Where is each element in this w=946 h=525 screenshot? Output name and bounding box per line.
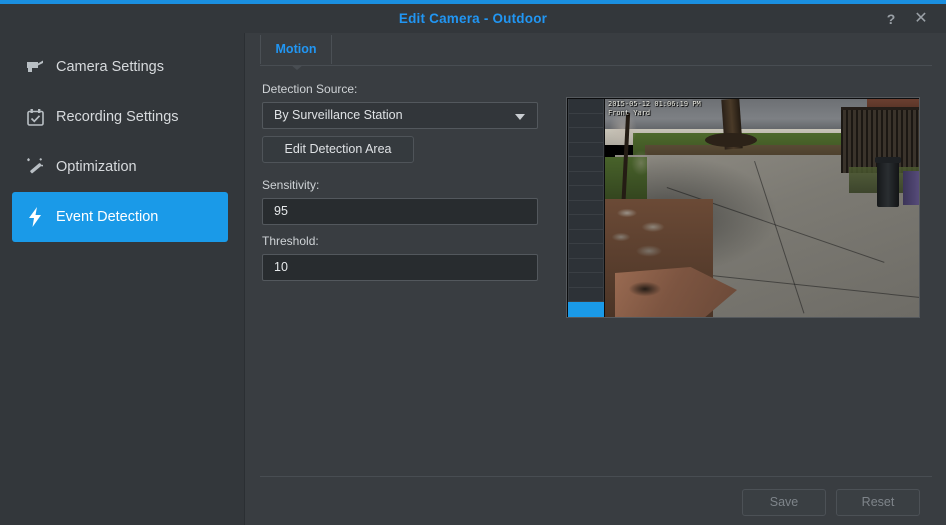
motion-level-meter [568, 99, 604, 317]
sidebar-item-label: Event Detection [56, 209, 159, 225]
reset-button[interactable]: Reset [836, 489, 920, 516]
motion-meter-cell [568, 258, 604, 274]
camera-live-view[interactable]: 2015-05-12 01:06:19 PM Front Yard [605, 99, 919, 317]
threshold-input[interactable]: 10 [262, 254, 538, 281]
threshold-label: Threshold: [262, 234, 319, 248]
chevron-down-icon [515, 114, 525, 120]
save-button[interactable]: Save [742, 489, 826, 516]
osd-line-2: Front Yard [608, 109, 651, 117]
edit-camera-dialog: Edit Camera - Outdoor ? ✕ Camera Setting… [0, 0, 946, 525]
footer-divider [260, 476, 932, 477]
motion-meter-cell [568, 186, 604, 201]
tab-divider [260, 65, 932, 66]
scene-recycle-bin [903, 171, 919, 205]
close-icon[interactable]: ✕ [910, 8, 932, 30]
osd-line-1: 2015-05-12 01:06:19 PM [608, 100, 701, 108]
sidebar-item-event-detection[interactable]: Event Detection [12, 192, 228, 242]
edit-detection-area-button[interactable]: Edit Detection Area [262, 136, 414, 163]
window-title: Edit Camera - Outdoor [398, 11, 548, 26]
motion-meter-cell [568, 157, 604, 172]
sidebar-item-recording-settings[interactable]: Recording Settings [12, 92, 228, 142]
sensitivity-label: Sensitivity: [262, 178, 320, 192]
sidebar-item-label: Optimization [56, 159, 137, 175]
tab-motion[interactable]: Motion [260, 35, 332, 64]
sidebar-item-label: Camera Settings [56, 59, 164, 75]
motion-meter-cell [568, 171, 604, 187]
help-icon[interactable]: ? [880, 8, 902, 30]
sensitivity-input[interactable]: 95 [262, 198, 538, 225]
camera-preview: 2015-05-12 01:06:19 PM Front Yard [566, 97, 920, 318]
video-osd-timestamp: 2015-05-12 01:06:19 PM Front Yard [608, 100, 701, 118]
motion-meter-cell [568, 142, 604, 158]
motion-meter-cell [568, 229, 604, 245]
sidebar-item-camera-settings[interactable]: Camera Settings [12, 42, 228, 92]
detection-source-select[interactable]: By Surveillance Station [262, 102, 538, 129]
threshold-value: 10 [274, 260, 288, 274]
scene-ornament [623, 275, 667, 305]
lightning-bolt-icon [18, 207, 52, 227]
motion-meter-cell [568, 244, 604, 259]
motion-meter-cell [568, 273, 604, 288]
motion-meter-cell [568, 215, 604, 230]
calendar-check-icon [18, 108, 52, 127]
magic-wand-icon [18, 157, 52, 177]
detection-source-value: By Surveillance Station [274, 108, 403, 122]
motion-meter-cell [568, 113, 604, 129]
sensitivity-value: 95 [274, 204, 288, 218]
sidebar: Camera Settings Recording Settings Optim… [0, 33, 245, 525]
camera-icon [18, 59, 52, 75]
motion-meter-cell [568, 200, 604, 216]
detection-source-label: Detection Source: [262, 82, 358, 96]
sidebar-item-label: Recording Settings [56, 109, 179, 125]
motion-meter-cell [568, 99, 604, 114]
tab-active-notch [291, 65, 303, 70]
tab-strip: Motion [246, 33, 946, 70]
motion-meter-cell [568, 287, 604, 303]
scene-tree-base [705, 133, 757, 147]
content-panel: Motion Detection Source: By Surveillance… [246, 33, 946, 525]
motion-meter-cell [568, 302, 604, 317]
motion-meter-cell [568, 128, 604, 143]
sidebar-item-optimization[interactable]: Optimization [12, 142, 228, 192]
scene-trash-bin [875, 157, 901, 207]
title-bar: Edit Camera - Outdoor ? ✕ [0, 4, 946, 33]
